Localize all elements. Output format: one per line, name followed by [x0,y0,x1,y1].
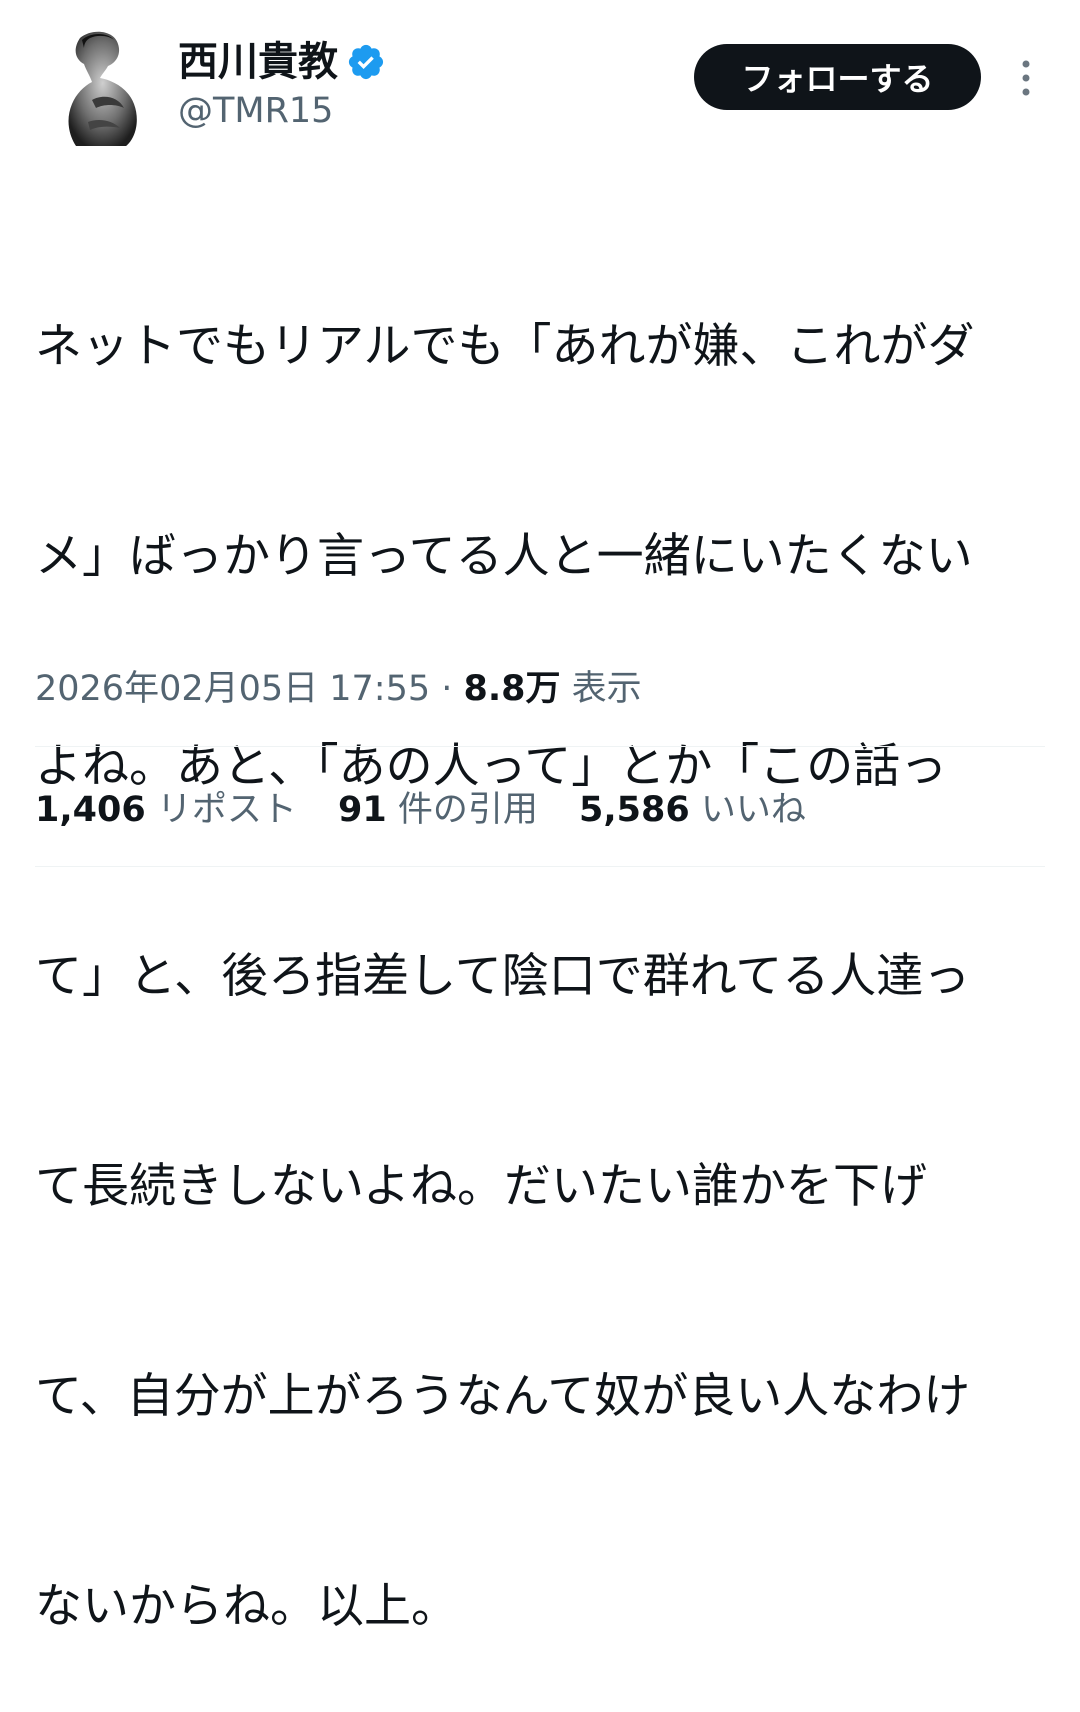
views-label: 表示 [560,669,642,709]
more-options-button[interactable] [1004,50,1048,106]
tweet-timestamp[interactable]: 2026年02月05日 17:55 [35,669,430,709]
reposts-count: 1,406 [35,790,146,830]
tweet-meta: 2026年02月05日 17:55 · 8.8万 表示 [35,664,642,714]
avatar-image [62,30,146,148]
tweet-text-line: ネットでもリアルでも「あれが嫌、これがダ [35,319,975,374]
meta-separator: · [430,669,464,709]
tweet-text-line: て」と、後ろ指差して陰口で群れてる人達っ [35,949,971,1004]
author-handle[interactable]: @TMR15 [178,88,333,134]
quotes-count: 91 [338,790,387,830]
author-display-name[interactable]: 西川貴教 [178,36,386,88]
tweet-text: ネットでもリアルでも「あれが嫌、これがダ メ」ばっかり言ってる人と一緒にいたくな… [35,172,1045,1712]
likes-label: いいね [689,790,806,830]
reposts-label: リポスト [145,790,297,830]
tweet-text-line: メ」ばっかり言ってる人と一緒にいたくない [35,529,973,584]
quotes-stat[interactable]: 91 件の引用 [338,784,538,836]
follow-button[interactable]: フォローする [694,44,981,110]
engagement-stats: 1,406 リポスト 91 件の引用 5,586 いいね [35,784,836,836]
quotes-label: 件の引用 [386,790,538,830]
tweet-text-line: て、自分が上がろうなんて奴が良い人なわけ [35,1369,971,1424]
reposts-stat[interactable]: 1,406 リポスト [35,784,297,836]
divider [35,866,1045,867]
verified-badge-icon [346,42,386,82]
author-name-text: 西川貴教 [178,39,338,85]
more-vertical-icon [1022,60,1030,96]
tweet-text-line: て長続きしないよね。だいたい誰かを下げ [35,1159,928,1214]
likes-stat[interactable]: 5,586 いいね [579,784,806,836]
likes-count: 5,586 [579,790,690,830]
tweet-text-line: ないからね。以上。 [35,1579,458,1634]
avatar[interactable] [62,30,146,148]
divider [35,746,1045,747]
views-count[interactable]: 8.8万 [464,669,561,709]
